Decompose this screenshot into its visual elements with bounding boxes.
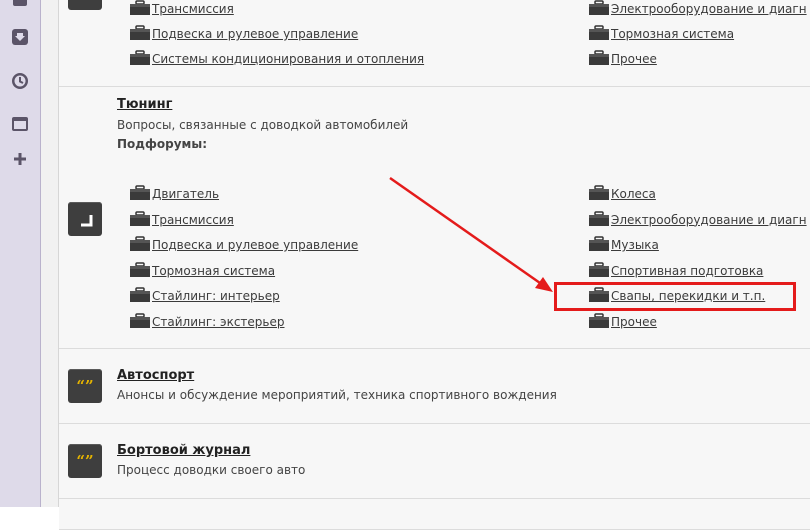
subforum-label: Тормозная система <box>152 263 276 278</box>
left-sidebar <box>0 0 41 507</box>
gutter-column <box>41 0 59 507</box>
folder-icon <box>589 312 609 328</box>
forum-icon <box>68 0 102 10</box>
folder-icon <box>589 50 609 65</box>
subforum-label: Системы кондиционирования и отопления <box>152 52 425 66</box>
subforum-link[interactable]: Музыка <box>588 236 659 252</box>
folder-icon <box>130 210 150 226</box>
forum-row-next <box>59 499 810 530</box>
subforum-label: Подвеска и рулевое управление <box>152 238 359 252</box>
subforum-link[interactable]: Прочее <box>588 50 657 66</box>
subforum-link[interactable]: Стайлинг: интерьер <box>129 287 280 303</box>
folder-icon <box>130 185 150 200</box>
folder-icon <box>589 0 609 15</box>
quote-icon: “” <box>76 452 94 470</box>
subforum-link[interactable]: Тормозная система <box>129 261 276 278</box>
forum-quote-icon[interactable]: “” <box>68 369 102 403</box>
subforum-link[interactable]: Тормозная система <box>588 25 734 41</box>
forum-title[interactable]: Бортовой журнал <box>117 443 250 458</box>
folder-icon <box>130 50 150 65</box>
subforum-label: Подвеска и рулевое управление <box>152 27 359 41</box>
forum-row-logbook: “” Бортовой журнал Процесс доводки своег… <box>59 424 810 499</box>
subforum-link[interactable]: Электрооборудование и диагн <box>588 210 807 227</box>
forum-description: Процесс доводки своего авто <box>117 463 306 477</box>
folder-icon <box>130 287 150 302</box>
subforum-label: Музыка <box>611 238 659 252</box>
subforum-link[interactable]: Двигатель <box>129 185 219 201</box>
subforum-link[interactable]: Подвеска и рулевое управление <box>129 236 358 252</box>
subforum-label: Двигатель <box>152 187 220 201</box>
subforum-label: Стайлинг: экстерьер <box>152 314 285 329</box>
forum-title[interactable]: Автоспорт <box>117 368 194 383</box>
download-tray-icon[interactable] <box>11 28 29 46</box>
folder-icon <box>589 210 609 226</box>
folder-icon <box>130 0 150 15</box>
subforum-link[interactable]: Электрооборудование и диагн <box>588 0 807 16</box>
forum-quote-icon[interactable]: “” <box>68 444 102 478</box>
forum-list: Тюнинг Вопросы, связанные с доводкой авт… <box>59 0 810 530</box>
forum-title[interactable]: Тюнинг <box>117 97 172 112</box>
subforum-label: Электрооборудование и диагн <box>611 212 807 227</box>
subforum-link[interactable]: Прочее <box>588 312 657 329</box>
folder-icon <box>589 185 609 200</box>
subforum-link[interactable]: Системы кондиционирования и отопления <box>129 50 424 66</box>
subforum-link[interactable]: Стайлинг: экстерьер <box>129 312 285 329</box>
subforum-label: Электрооборудование и диагн <box>611 2 807 16</box>
subforum-label: Тормозная система <box>611 27 735 41</box>
forum-description: Анонсы и обсуждение мероприятий, техника… <box>117 388 557 402</box>
subforum-label: Прочее <box>611 314 657 329</box>
plus-icon[interactable] <box>11 150 29 168</box>
annotation-highlight-box <box>554 282 796 311</box>
window-icon[interactable] <box>11 115 29 133</box>
folder-icon <box>130 25 150 40</box>
subforum-link[interactable]: Подвеска и рулевое управление <box>129 25 358 41</box>
folder-icon <box>589 25 609 40</box>
folder-icon <box>589 236 609 251</box>
subforums-label: Подфорумы: <box>117 137 207 151</box>
subforum-label: Спортивная подготовка <box>611 263 764 278</box>
subforum-label: Колеса <box>611 187 656 201</box>
folder-icon <box>589 261 609 277</box>
subforum-link[interactable]: Трансмиссия <box>129 0 234 16</box>
folder-icon <box>130 261 150 277</box>
subforum-link[interactable]: Колеса <box>588 185 656 201</box>
quote-icon: “” <box>76 377 94 395</box>
subforum-label: Трансмиссия <box>152 212 234 227</box>
forum-description: Вопросы, связанные с доводкой автомобиле… <box>117 118 409 132</box>
folder-icon <box>130 236 150 251</box>
subforum-link[interactable]: Спортивная подготовка <box>588 261 764 278</box>
subforum-label: Стайлинг: интерьер <box>152 289 280 303</box>
folder-icon <box>130 312 150 328</box>
clock-icon[interactable] <box>11 72 29 90</box>
document-icon[interactable] <box>11 0 29 10</box>
subforum-label: Трансмиссия <box>152 2 234 16</box>
forum-row-autosport: “” Автоспорт Анонсы и обсуждение меропри… <box>59 349 810 424</box>
subforum-label: Прочее <box>611 52 657 66</box>
forum-corner-icon[interactable] <box>68 202 102 236</box>
subforum-link[interactable]: Трансмиссия <box>129 210 234 227</box>
